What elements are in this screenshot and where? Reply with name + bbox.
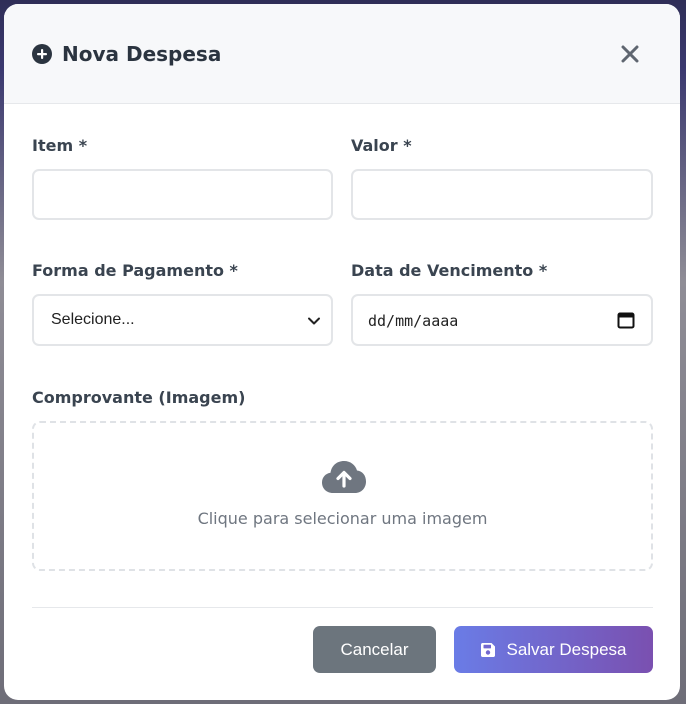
payment-method-selected: Selecione...: [51, 311, 135, 328]
close-button[interactable]: [617, 41, 643, 67]
receipt-label: Comprovante (Imagem): [32, 388, 246, 407]
plus-circle-icon: [32, 44, 52, 64]
cloud-upload-icon: [322, 461, 366, 493]
due-date-input[interactable]: dd/mm/aaaa: [351, 294, 653, 346]
item-label: Item *: [32, 136, 88, 155]
footer-divider: [32, 607, 653, 608]
valor-input[interactable]: [351, 169, 653, 220]
cancel-button[interactable]: Cancelar: [313, 626, 436, 673]
save-button-label: Salvar Despesa: [506, 639, 627, 659]
payment-method-select[interactable]: Selecione...: [32, 294, 333, 346]
due-date-placeholder: dd/mm/aaaa: [368, 312, 459, 330]
save-expense-button[interactable]: Salvar Despesa: [454, 626, 653, 673]
floppy-disk-icon: [481, 642, 496, 657]
upload-hint: Clique para selecionar uma imagem: [197, 509, 488, 528]
chevron-down-icon: [308, 317, 320, 325]
payment-method-label: Forma de Pagamento *: [32, 261, 238, 280]
due-date-label: Data de Vencimento *: [351, 261, 548, 280]
calendar-icon[interactable]: [617, 311, 635, 329]
image-upload-dropzone[interactable]: Clique para selecionar uma imagem: [32, 421, 653, 571]
modal-title: Nova Despesa: [62, 42, 222, 66]
modal-header: Nova Despesa: [4, 4, 680, 104]
valor-label: Valor *: [351, 136, 412, 155]
item-input[interactable]: [32, 169, 333, 220]
cancel-button-label: Cancelar: [340, 639, 409, 659]
new-expense-modal: Nova Despesa Item * Valor * Forma de Pag…: [4, 4, 680, 700]
close-icon: [621, 45, 639, 63]
